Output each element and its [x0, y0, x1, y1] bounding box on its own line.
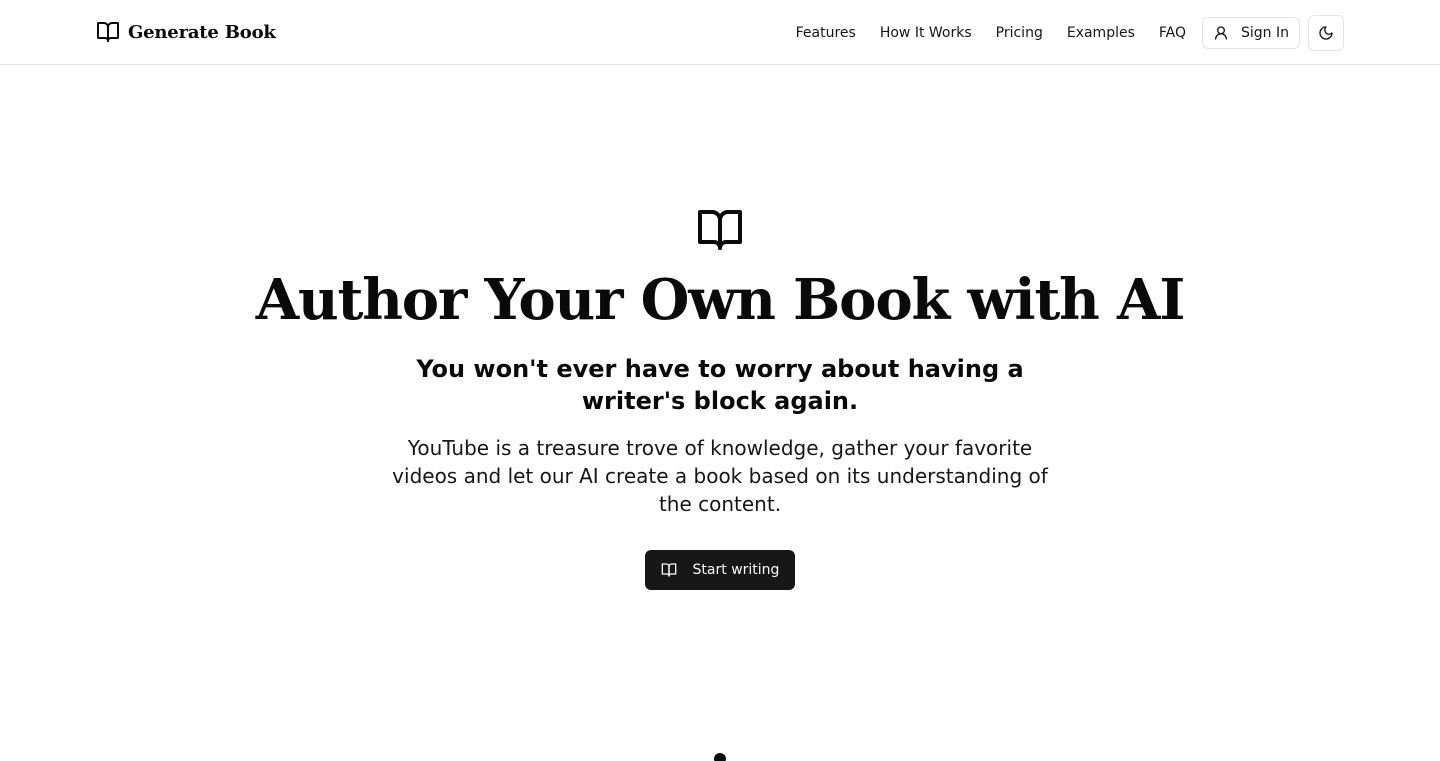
hero-title: Author Your Own Book with AI — [255, 267, 1186, 333]
hero-subtitle: You won't ever have to worry about havin… — [416, 355, 1024, 415]
theme-toggle-button[interactable] — [1308, 15, 1344, 51]
site-header: Generate Book Features How It Works Pric… — [0, 0, 1440, 65]
nav-link-examples[interactable]: Examples — [1067, 25, 1135, 41]
moon-icon — [1319, 26, 1333, 40]
brand-logo-link[interactable]: Generate Book — [96, 19, 276, 45]
start-writing-button[interactable]: Start writing — [645, 550, 795, 590]
nav-link-how-it-works[interactable]: How It Works — [880, 25, 972, 41]
sign-in-button[interactable]: Sign In — [1202, 17, 1300, 49]
start-writing-label: Start writing — [692, 562, 780, 578]
brand-name: Generate Book — [128, 21, 276, 43]
book-open-icon — [661, 563, 676, 577]
sign-in-label: Sign In — [1241, 25, 1289, 41]
scroll-indicator-dot — [714, 753, 726, 761]
nav-link-faq[interactable]: FAQ — [1159, 25, 1186, 41]
book-open-icon — [698, 210, 742, 250]
main-nav: Features How It Works Pricing Examples F… — [796, 15, 1344, 51]
hero-description: YouTube is a treasure trove of knowledge… — [392, 436, 1048, 516]
user-icon — [1215, 26, 1227, 40]
book-open-icon — [97, 22, 119, 42]
nav-link-pricing[interactable]: Pricing — [996, 25, 1043, 41]
nav-link-features[interactable]: Features — [796, 25, 856, 41]
